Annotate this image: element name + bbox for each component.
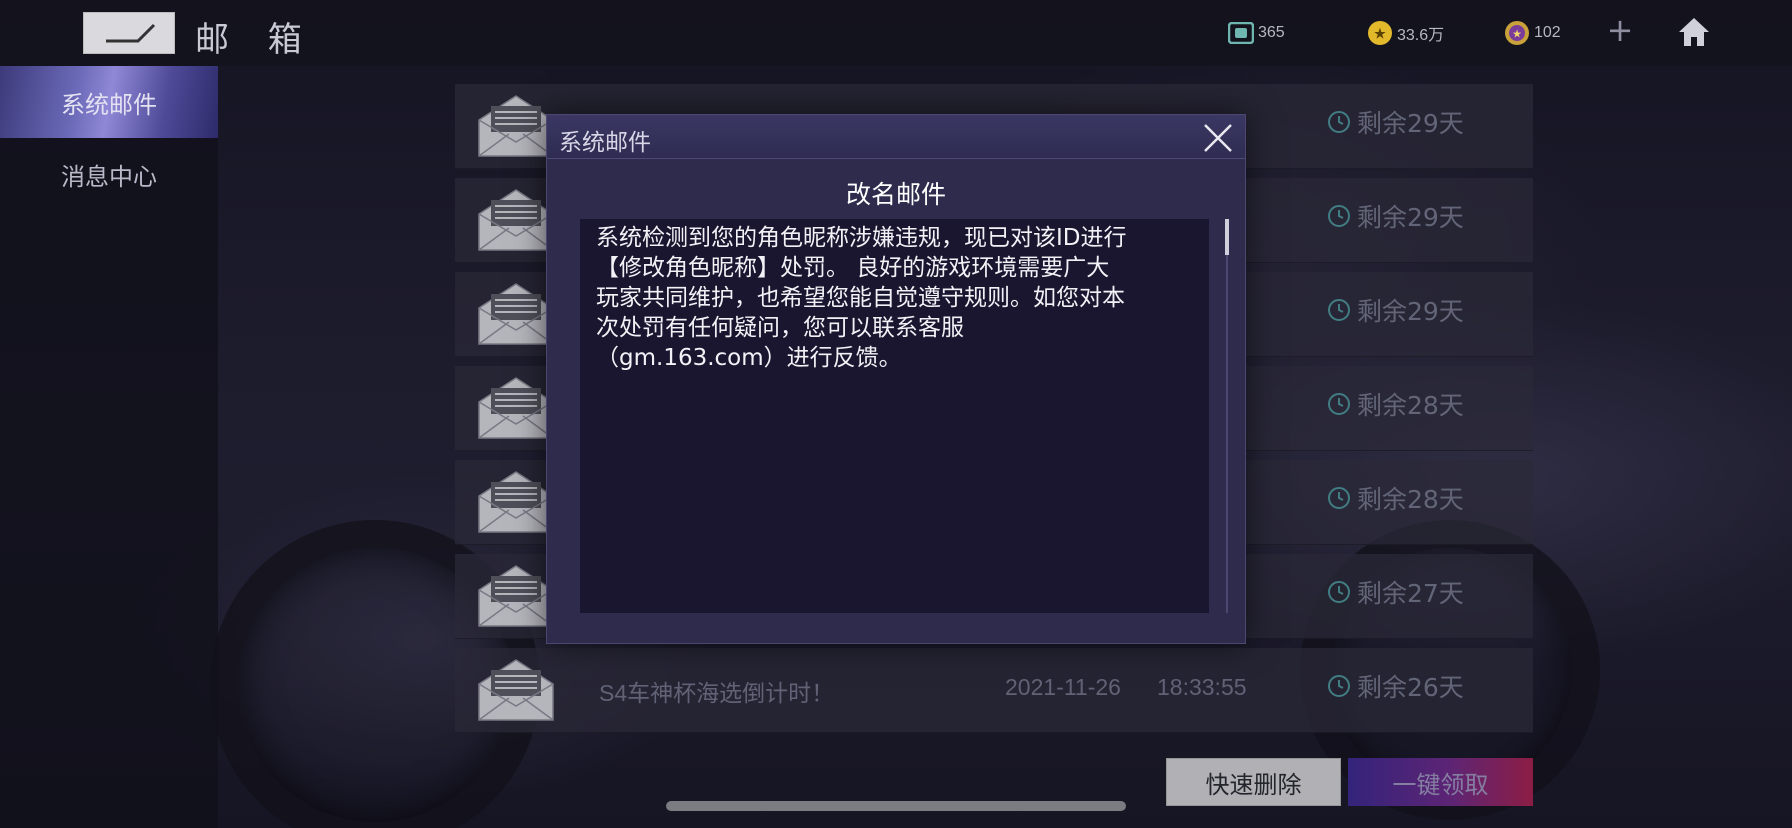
back-button[interactable] [83,12,175,54]
home-icon [1679,18,1709,46]
gold-count: 33.6万 [1397,27,1445,44]
close-icon [1204,124,1232,152]
sidebar-item-label: 消息中心 [61,162,157,191]
ticket-counter[interactable]: 365 [1228,18,1285,48]
ticket-count: 365 [1258,24,1285,41]
star-coin-icon: ★ [1504,20,1530,46]
dialog-header: 系统邮件 [547,115,1245,159]
sidebar-item-message-center[interactable]: 消息中心 [0,138,218,210]
close-button[interactable] [1201,121,1235,155]
mail-detail-dialog: 系统邮件 改名邮件 系统检测到您的角色昵称涉嫌违规，现已对该ID进行 【修改角色… [546,114,1246,644]
add-currency-button[interactable]: + [1606,14,1634,48]
mail-body-container[interactable]: 系统检测到您的角色昵称涉嫌违规，现已对该ID进行 【修改角色昵称】处罚。 良好的… [580,219,1209,613]
svg-text:★: ★ [1512,29,1522,41]
star-coin-counter[interactable]: ★ 102 [1504,18,1561,48]
page-title: 邮 箱 [195,20,316,60]
gold-coin-icon: ★ [1367,20,1393,46]
scrollbar-track[interactable] [1226,219,1228,613]
back-arrow-icon [106,23,156,43]
dialog-header-title: 系统邮件 [559,130,651,156]
scrollbar-thumb[interactable] [1225,219,1229,255]
sidebar-item-system-mail[interactable]: 系统邮件 [0,66,218,138]
home-button[interactable] [1677,16,1711,48]
mail-title: 改名邮件 [845,180,946,209]
ticket-icon [1228,20,1254,46]
gold-counter[interactable]: ★ 33.6万 [1367,18,1444,48]
top-bar: 邮 箱 365 ★ 33.6万 ★ 102 + [0,0,1792,66]
sidebar-item-label: 系统邮件 [61,90,157,119]
mail-body-text: 系统检测到您的角色昵称涉嫌违规，现已对该ID进行 【修改角色昵称】处罚。 良好的… [596,225,1127,371]
svg-text:★: ★ [1374,26,1386,41]
sidebar: 系统邮件 消息中心 [0,66,218,828]
star-coin-count: 102 [1534,24,1561,41]
